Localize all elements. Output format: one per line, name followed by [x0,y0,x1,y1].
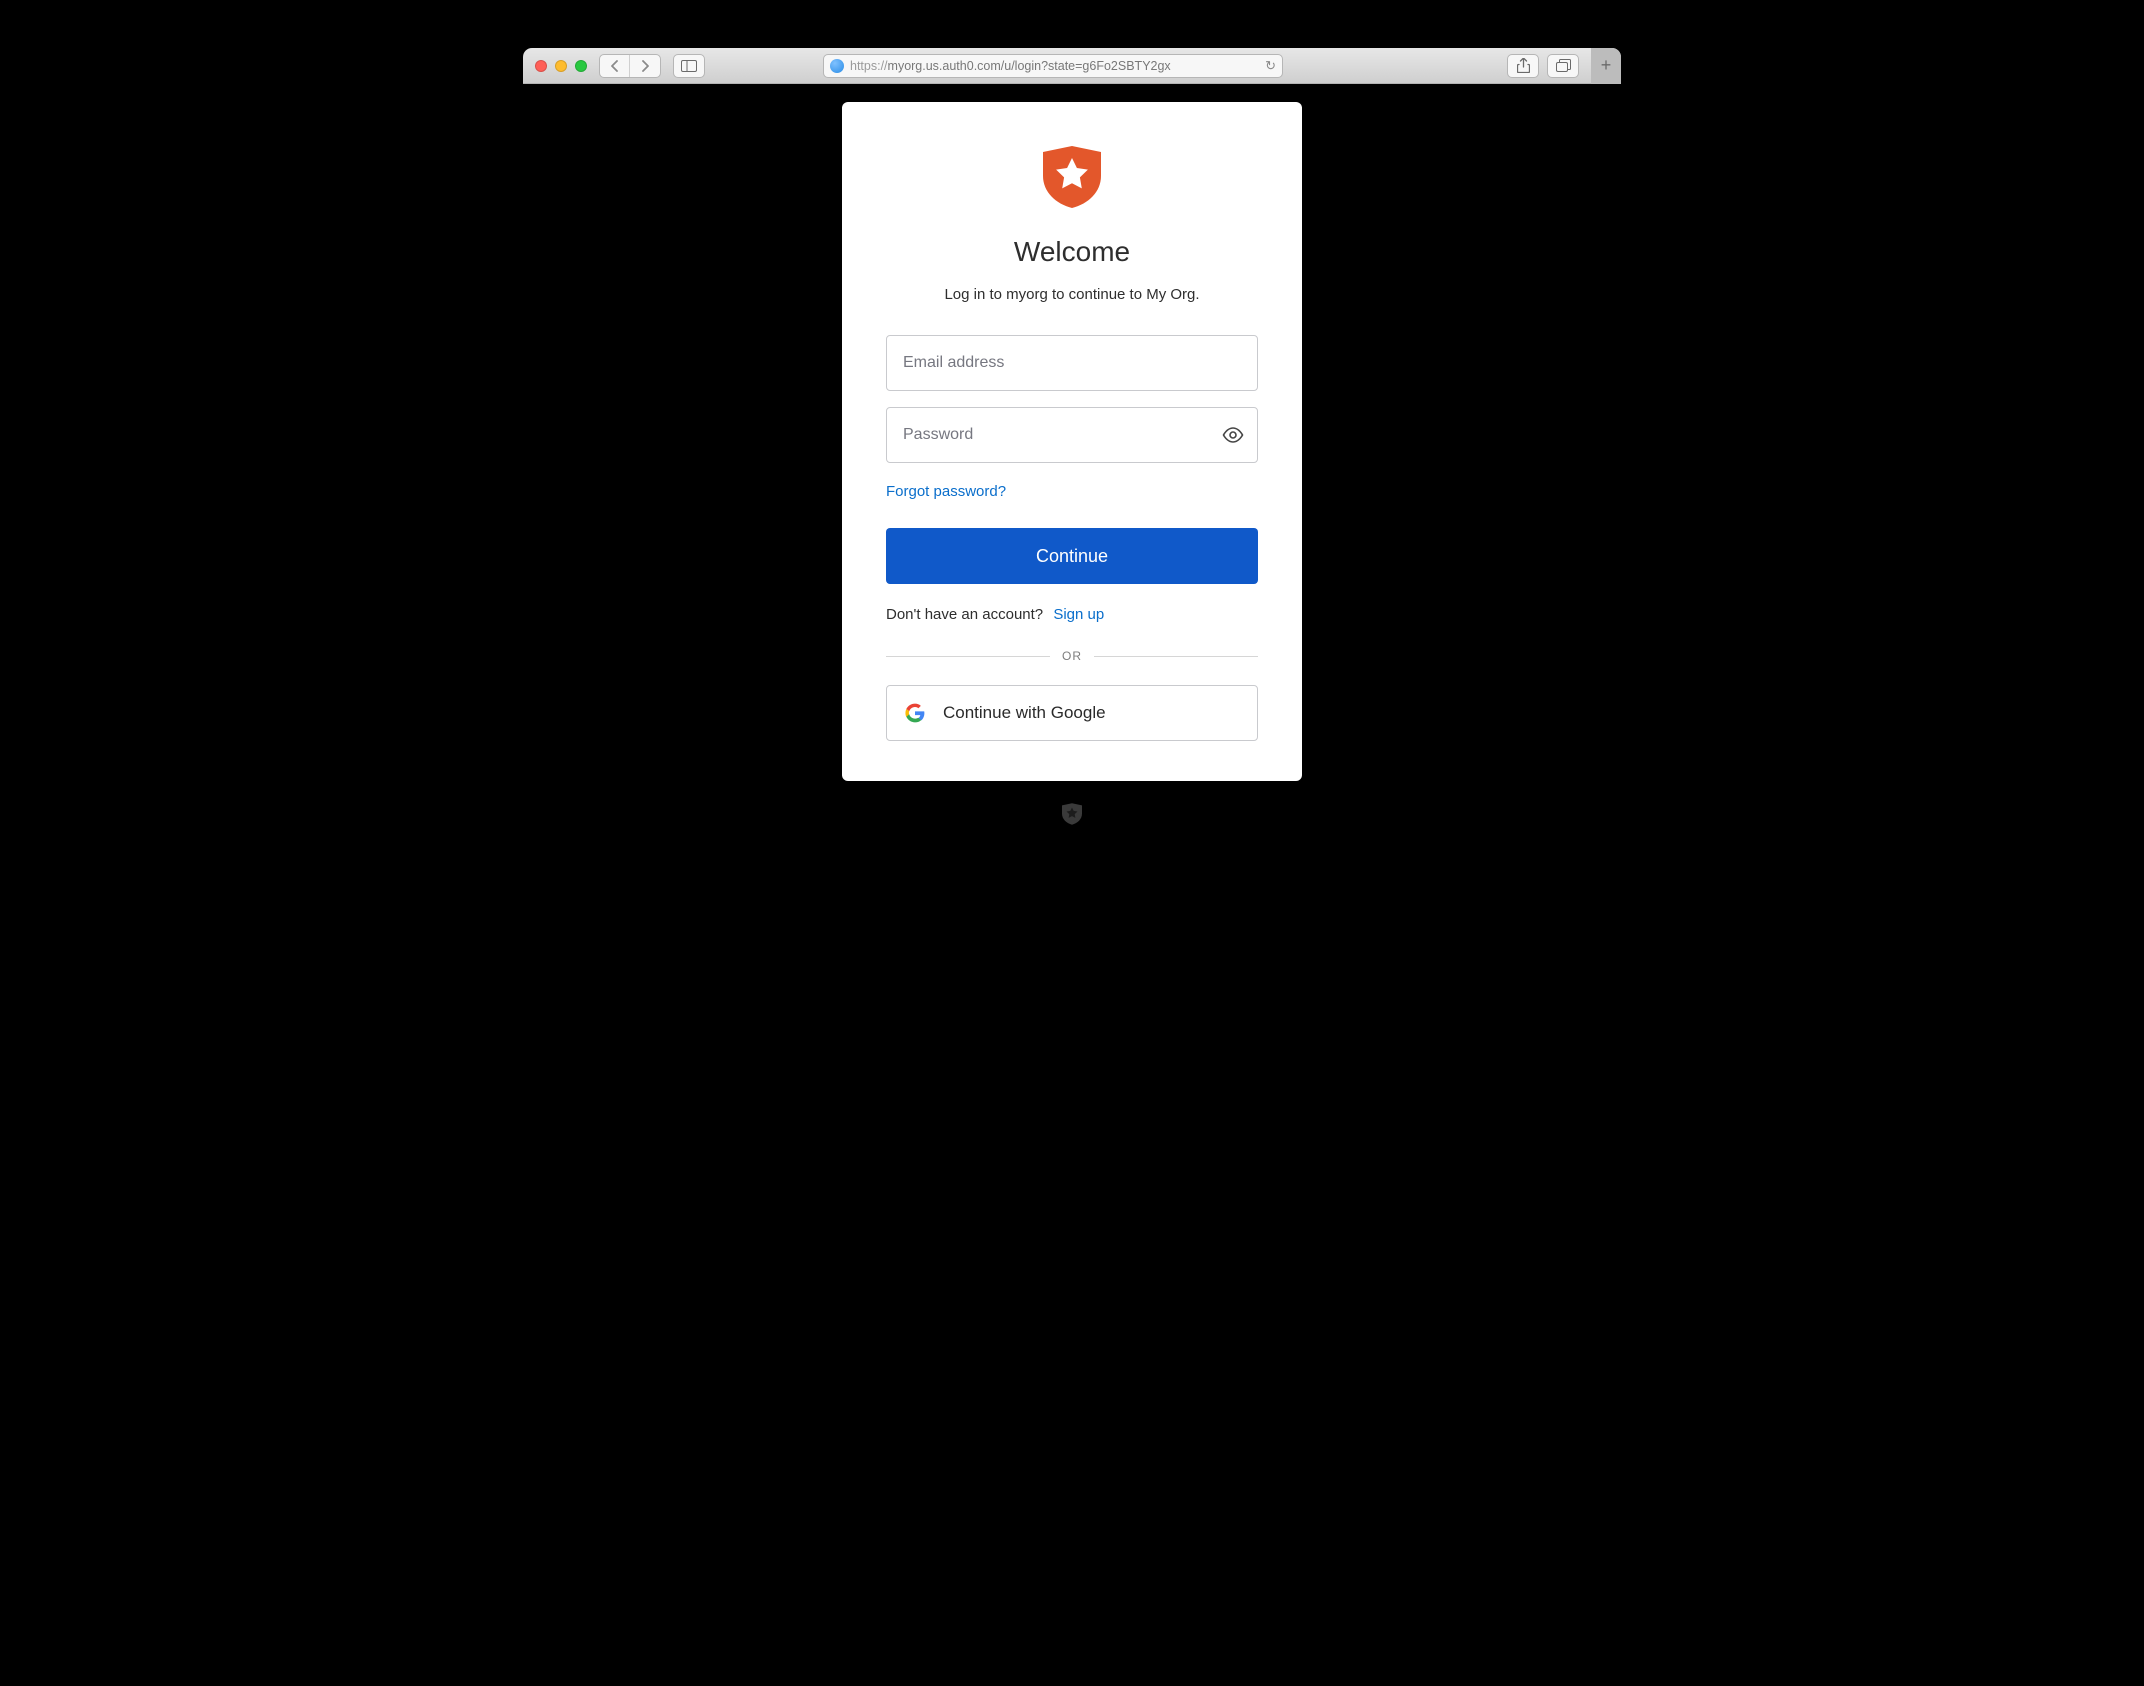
page-content: Welcome Log in to myorg to continue to M… [523,84,1621,914]
login-title: Welcome [1014,236,1130,268]
tabs-overview-button[interactable] [1547,54,1579,78]
auth0-footer-logo [1062,803,1082,825]
window-controls [535,60,587,72]
tabs-icon [1556,59,1571,72]
window-zoom-button[interactable] [575,60,587,72]
google-icon [905,703,925,723]
google-button-label: Continue with Google [943,703,1106,723]
share-button[interactable] [1507,54,1539,78]
password-input[interactable] [886,407,1258,463]
plus-icon: + [1601,55,1612,76]
email-input[interactable] [886,335,1258,391]
shield-star-icon [1043,146,1101,208]
safari-window: https://myorg.us.auth0.com/u/login?state… [523,48,1621,914]
continue-button[interactable]: Continue [886,528,1258,584]
divider-label: OR [1062,649,1082,663]
back-button[interactable] [600,55,630,77]
divider: OR [886,649,1258,663]
new-tab-button[interactable]: + [1591,48,1621,84]
forward-button[interactable] [630,55,660,77]
chevron-left-icon [610,60,619,72]
forgot-password-link[interactable]: Forgot password? [886,483,1006,500]
sidebar-icon [681,60,697,72]
globe-icon [830,59,844,73]
window-close-button[interactable] [535,60,547,72]
shield-icon [1062,803,1082,825]
password-field-wrap [886,407,1258,463]
eye-icon [1222,427,1244,443]
window-minimize-button[interactable] [555,60,567,72]
login-card: Welcome Log in to myorg to continue to M… [842,102,1302,781]
signup-prompt: Don't have an account? [886,606,1043,623]
reload-button[interactable]: ↻ [1265,58,1276,74]
continue-with-google-button[interactable]: Continue with Google [886,685,1258,741]
auth0-logo [1043,146,1101,208]
chevron-right-icon [641,60,650,72]
toggle-password-visibility[interactable] [1220,422,1246,448]
login-subtitle: Log in to myorg to continue to My Org. [944,286,1199,303]
url-text: https://myorg.us.auth0.com/u/login?state… [850,59,1259,73]
nav-back-forward [599,54,661,78]
address-bar[interactable]: https://myorg.us.auth0.com/u/login?state… [823,54,1283,78]
signup-link[interactable]: Sign up [1053,606,1104,623]
signup-row: Don't have an account? Sign up [886,606,1104,623]
sidebar-toggle-button[interactable] [673,54,705,78]
browser-titlebar: https://myorg.us.auth0.com/u/login?state… [523,48,1621,84]
share-icon [1517,58,1530,73]
